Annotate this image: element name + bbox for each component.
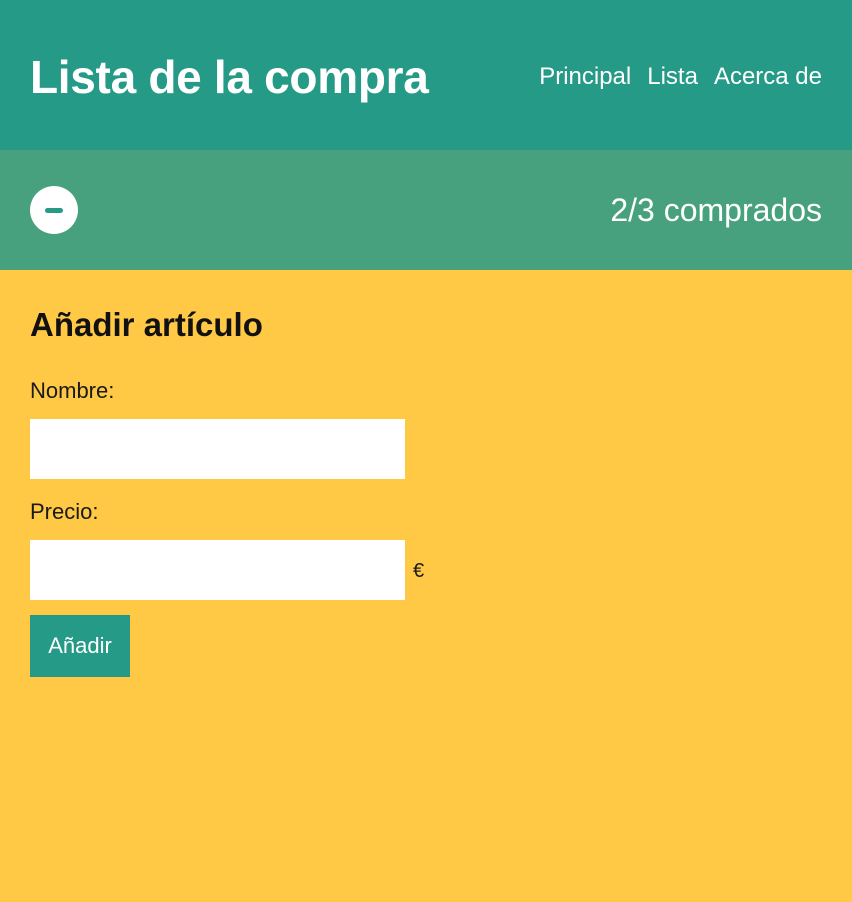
app-title: Lista de la compra: [30, 51, 429, 103]
add-item-title: Añadir artículo: [30, 306, 263, 343]
add-item-section: Añadir artículo Nombre: Precio: € Añadir: [0, 270, 852, 677]
status-bar: 2/3 comprados: [0, 150, 852, 270]
price-row: €: [30, 540, 822, 600]
price-input[interactable]: [30, 540, 405, 600]
minus-icon: [45, 207, 63, 213]
name-input[interactable]: [30, 419, 405, 479]
nav-link-principal[interactable]: Principal: [539, 63, 631, 91]
nav-link-lista[interactable]: Lista: [647, 63, 698, 91]
main-nav: Principal Lista Acerca de: [539, 63, 822, 91]
purchased-count: 2/3 comprados: [610, 191, 822, 228]
price-label: Precio:: [30, 499, 99, 524]
name-label: Nombre:: [30, 378, 115, 403]
add-button[interactable]: Añadir: [30, 615, 130, 677]
collapse-toggle-button[interactable]: [30, 186, 78, 234]
currency-symbol: €: [413, 559, 425, 582]
app-header: Lista de la compra Principal Lista Acerc…: [0, 0, 852, 150]
nav-link-acerca-de[interactable]: Acerca de: [714, 63, 822, 91]
